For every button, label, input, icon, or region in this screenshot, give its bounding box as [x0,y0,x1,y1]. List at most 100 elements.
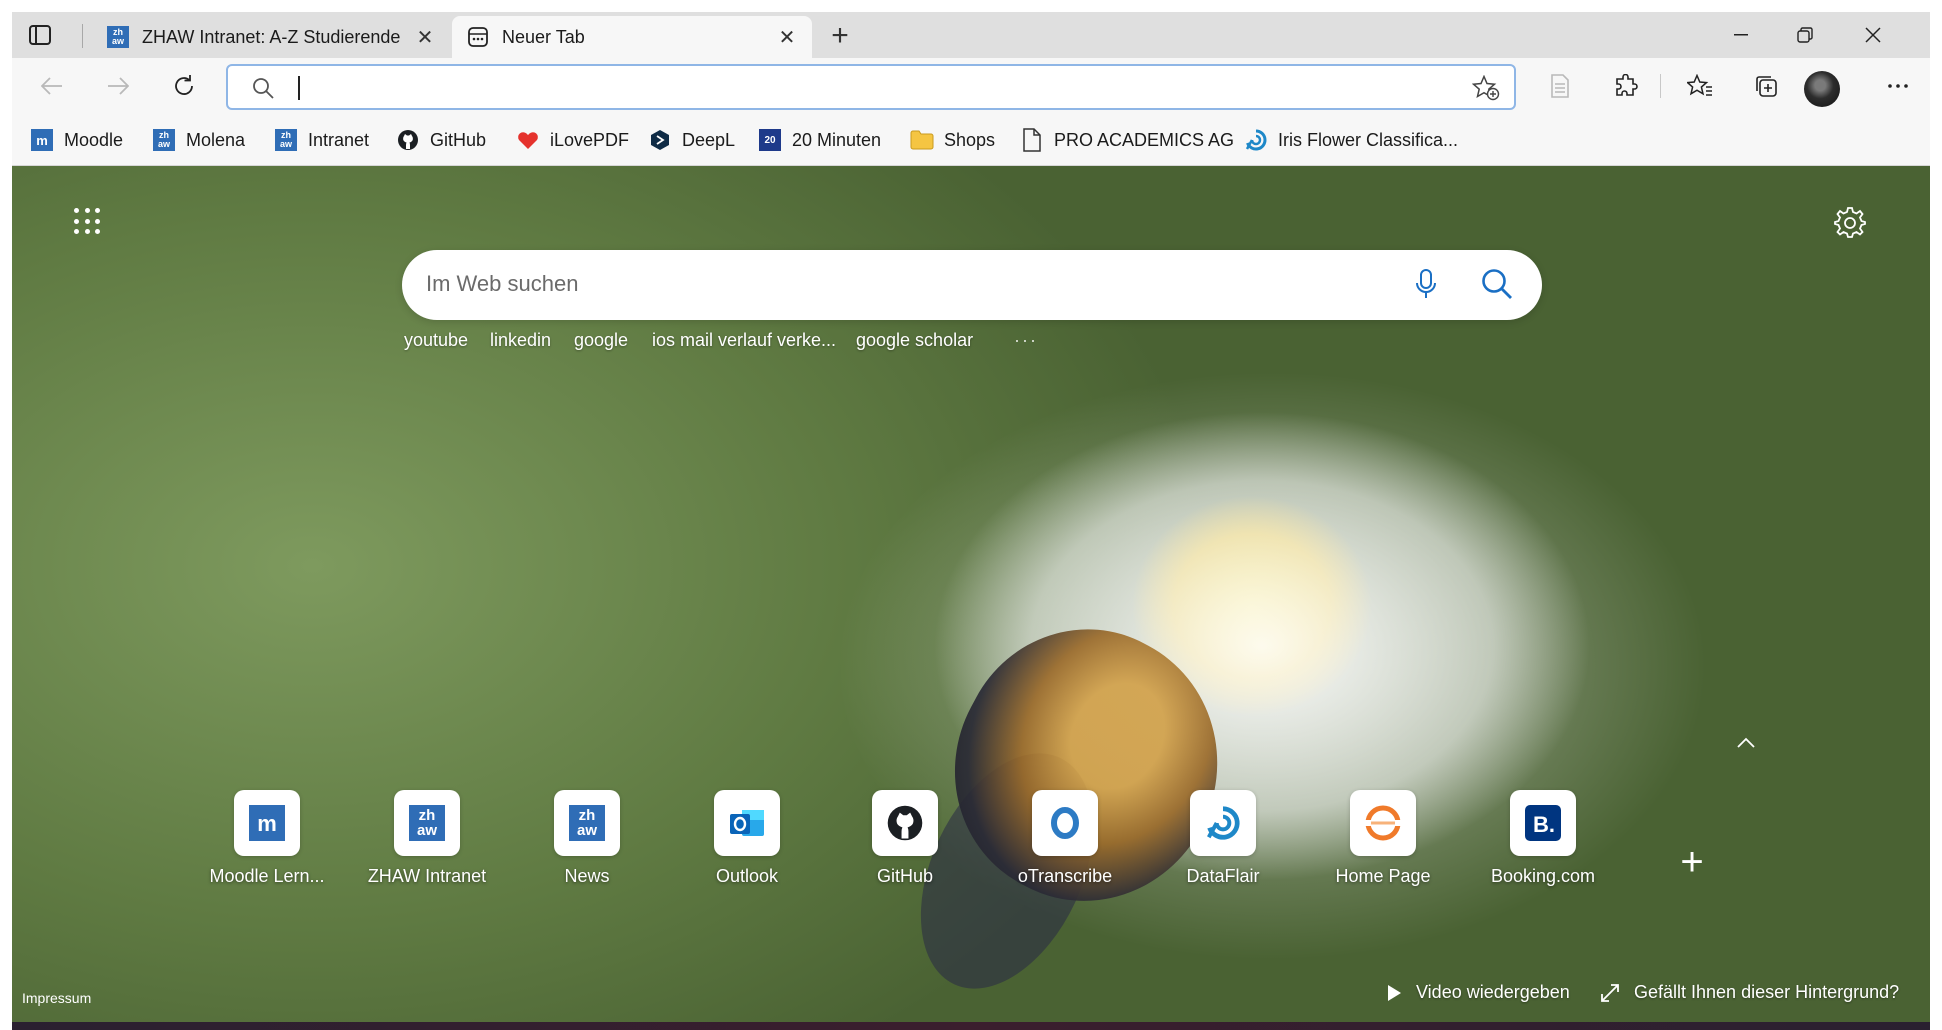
forward-button[interactable] [100,68,136,104]
bookmark-intranet[interactable]: zh aw Intranet [274,126,369,154]
quick-link-label: oTranscribe [1017,866,1113,886]
heart-icon [516,128,540,152]
bookmark-label: Shops [944,129,996,150]
tab-strip: zh aw ZHAW Intranet: A-Z Studierende ✕ Ne… [12,12,1930,58]
bookmark-pro-academics[interactable]: PRO ACADEMICS AG [1020,126,1234,154]
quick-link-zhaw-intranet[interactable]: zh aw ZHAW Intranet [352,790,502,900]
extensions-icon [1616,74,1638,96]
toolbar-divider [1660,74,1661,98]
minimize-button[interactable] [1706,12,1776,58]
tab-zhaw-intranet[interactable]: zh aw ZHAW Intranet: A-Z Studierende ✕ [92,16,450,58]
bookmark-label: PRO ACADEMICS AG [1054,129,1235,150]
bookmark-moodle[interactable]: m Moodle [30,126,123,154]
like-background-button[interactable]: Gefällt Ihnen dieser Hintergrund? [1600,982,1899,1003]
quick-link-label: Outlook [715,866,779,886]
reading-view-button[interactable] [1542,68,1578,104]
impressum-link[interactable]: Impressum [22,990,91,1006]
expand-icon [1601,983,1619,1002]
quick-link-home-page[interactable]: Home Page [1308,790,1458,900]
close-icon [1865,27,1881,43]
search-suggestion[interactable]: ios mail verlauf verke... [652,330,836,351]
bookmarks-bar: m Moodle zh aw Molena zh aw Intranet GitHu… [12,114,1930,166]
back-icon [41,77,62,95]
bookmark-deepl[interactable]: DeepL [648,126,735,154]
quick-link-dataflair[interactable]: DataFlair [1148,790,1298,900]
folder-icon [910,128,934,152]
zhaw-icon: zh aw [274,128,298,152]
bookmark-ilovepdf[interactable]: iLovePDF [516,126,629,154]
dataflair-icon [1244,128,1268,152]
quick-link-otranscribe[interactable]: oTranscribe [990,790,1140,900]
moodle-icon: m [30,128,54,152]
web-search-box[interactable]: Im Web suchen [402,250,1542,320]
search-suggestion[interactable]: youtube [404,330,468,351]
quick-link-github[interactable]: GitHub [830,790,980,900]
forward-icon [108,77,129,95]
page-settings-icon[interactable] [1834,206,1866,238]
add-quick-link-button[interactable]: + [1672,840,1712,884]
tab-divider [82,24,83,48]
tab-new-tab[interactable]: Neuer Tab ✕ [452,16,812,58]
navigation-toolbar [12,58,1930,114]
bookmark-label: Moodle [64,129,124,150]
zhaw-icon: zh aw [394,790,460,856]
new-tab-page: Im Web suchen youtube linkedin google io… [12,166,1930,1030]
tab-title: ZHAW Intranet: A-Z Studierende [142,26,401,47]
collapse-chevron-icon[interactable] [1734,736,1758,754]
tab-actions-icon [29,25,51,45]
search-suggestion[interactable]: google scholar [856,330,973,351]
favorites-icon [1687,74,1712,96]
bookmark-molena[interactable]: zh aw Molena [152,126,245,154]
extensions-button[interactable] [1608,68,1644,104]
back-button[interactable] [34,68,70,104]
play-video-button[interactable]: Video wiedergeben [1386,982,1570,1003]
search-placeholder: Im Web suchen [426,271,579,296]
like-background-label: Gefällt Ihnen dieser Hintergrund? [1634,982,1900,1002]
page-icon [1020,128,1044,152]
favorites-button[interactable] [1682,68,1718,104]
otranscribe-icon [1032,790,1098,856]
tab-title: Neuer Tab [502,26,585,47]
collections-icon [1756,76,1777,97]
tab-actions-menu[interactable] [26,22,54,48]
homepage-icon [1350,790,1416,856]
search-suggestion[interactable]: linkedin [490,330,551,351]
close-tab-icon[interactable]: ✕ [414,26,436,49]
more-button[interactable] [1880,68,1916,104]
quick-link-label: Moodle Lern... [209,866,325,886]
restore-button[interactable] [1770,12,1840,58]
zhaw-icon: zh aw [554,790,620,856]
svg-text:B.: B. [1533,812,1555,837]
address-input[interactable] [298,76,300,100]
newtab-icon [466,25,490,49]
quick-link-label: Booking.com [1490,866,1596,886]
new-tab-button[interactable]: + [824,19,856,52]
add-favorite-icon[interactable] [1471,74,1500,106]
quick-link-outlook[interactable]: Outlook [672,790,822,900]
collections-button[interactable] [1748,68,1784,104]
address-bar[interactable] [226,64,1516,110]
bookmark-label: iLovePDF [550,129,630,150]
bookmark-iris-flower[interactable]: Iris Flower Classifica... [1244,126,1458,154]
bookmark-20-minuten[interactable]: 20 20 Minuten [758,126,881,154]
app-launcher-icon[interactable] [74,208,102,236]
quick-link-booking[interactable]: B. Booking.com [1468,790,1618,900]
reload-button[interactable] [166,68,202,104]
taskbar-strip [12,1022,1930,1030]
bookmark-github[interactable]: GitHub [396,126,486,154]
bookmark-folder-shops[interactable]: Shops [910,126,995,154]
play-icon [1388,984,1401,1001]
quick-link-moodle[interactable]: m Moodle Lern... [192,790,342,900]
profile-avatar[interactable] [1804,71,1840,107]
search-suggestion[interactable]: google [574,330,628,351]
reading-view-icon [1551,74,1569,98]
20min-icon: 20 [758,128,782,152]
close-window-button[interactable] [1838,12,1908,58]
close-tab-icon[interactable]: ✕ [776,26,798,49]
more-suggestions-icon[interactable]: ··· [1014,330,1038,351]
zhaw-icon: zh aw [152,128,176,152]
quick-link-label: News [564,866,610,886]
microphone-icon[interactable] [1414,268,1438,307]
quick-link-news[interactable]: zh aw News [512,790,662,900]
search-submit-icon[interactable] [1480,267,1514,306]
